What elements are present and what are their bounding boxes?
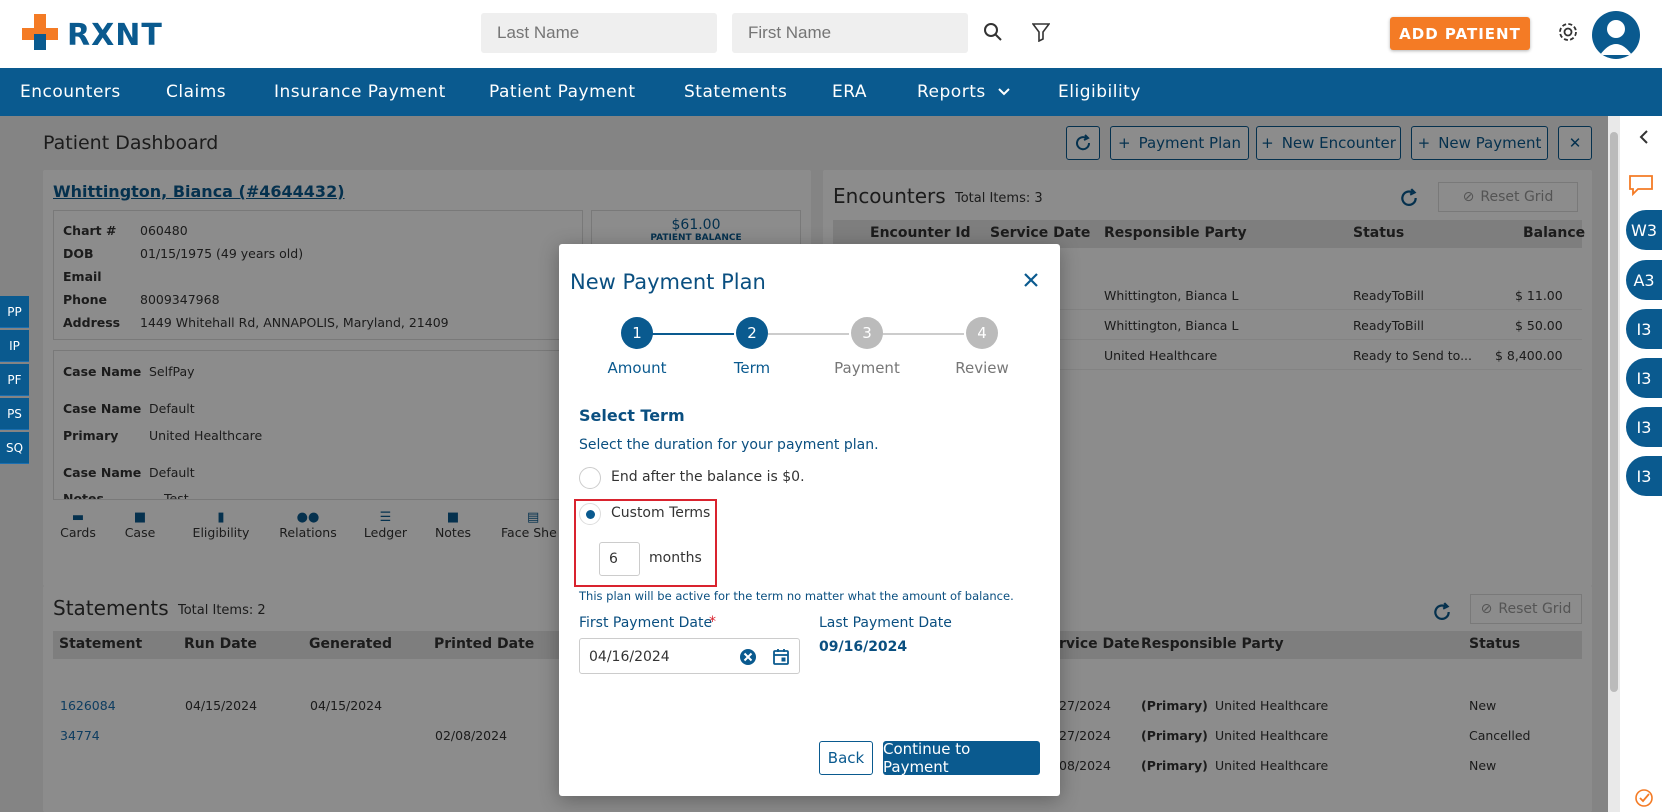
nav-eligibility[interactable]: Eligibility (1058, 82, 1141, 102)
nav-statements[interactable]: Statements (684, 82, 787, 102)
step-term-circle[interactable]: 2 (736, 317, 768, 349)
side-tab-ip[interactable]: IP (0, 330, 29, 362)
step-payment-label: Payment (834, 359, 900, 377)
side-tab-sq[interactable]: SQ (0, 432, 29, 464)
logo-cross-accent (34, 34, 46, 50)
nav-insurance-payment[interactable]: Insurance Payment (274, 82, 446, 102)
add-patient-button[interactable]: ADD PATIENT (1390, 17, 1530, 50)
rail-item-a3[interactable]: A3 (1626, 260, 1662, 300)
option-custom-terms-label[interactable]: Custom Terms (611, 505, 710, 521)
last-name-input[interactable] (481, 13, 717, 53)
term-note: This plan will be active for the term no… (579, 589, 1014, 603)
nav-claims[interactable]: Claims (166, 82, 226, 102)
radio-custom-terms[interactable] (579, 503, 601, 525)
rail-item-i3[interactable]: I3 (1626, 456, 1662, 496)
main-nav: Encounters Claims Insurance Payment Pati… (0, 68, 1662, 116)
chat-icon[interactable] (1628, 174, 1654, 196)
step-amount-circle[interactable]: 1 (621, 317, 653, 349)
radio-end-balance[interactable] (579, 467, 601, 489)
step-connector (766, 333, 849, 335)
step-payment-circle: 3 (851, 317, 883, 349)
first-payment-date-label: First Payment Date (579, 615, 713, 631)
step-review-label: Review (955, 359, 1009, 377)
app-header: RXNT ADD PATIENT (0, 0, 1662, 68)
side-tab-ps[interactable]: PS (0, 398, 29, 430)
rail-item-w3[interactable]: W3 (1626, 210, 1662, 250)
rxnt-logo[interactable]: RXNT (22, 14, 172, 56)
last-payment-date-label: Last Payment Date (819, 615, 952, 631)
rail-item-i3[interactable]: I3 (1626, 407, 1662, 447)
step-review-circle: 4 (966, 317, 998, 349)
first-payment-date-value: 04/16/2024 (589, 649, 670, 665)
back-button[interactable]: Back (819, 741, 873, 775)
last-payment-date-value: 09/16/2024 (819, 639, 908, 655)
logo-text: RXNT (67, 18, 163, 53)
reports-chevron-icon[interactable] (998, 88, 1010, 96)
new-payment-plan-modal: New Payment Plan 1 2 3 4 Amount Term Pay… (559, 244, 1060, 796)
close-icon[interactable] (1023, 272, 1039, 288)
user-avatar[interactable] (1592, 11, 1640, 59)
nav-era[interactable]: ERA (832, 82, 867, 102)
step-amount-label[interactable]: Amount (597, 359, 677, 377)
clear-icon[interactable] (739, 648, 757, 666)
side-tab-pp[interactable]: PP (0, 296, 29, 328)
filter-icon[interactable] (1027, 18, 1055, 46)
first-name-input[interactable] (732, 13, 968, 53)
nav-encounters[interactable]: Encounters (20, 82, 121, 102)
section-title: Select Term (579, 406, 685, 425)
step-connector (881, 333, 964, 335)
gear-icon[interactable] (1554, 18, 1582, 46)
nav-patient-payment[interactable]: Patient Payment (489, 82, 636, 102)
step-term-label[interactable]: Term (712, 359, 792, 377)
nav-reports[interactable]: Reports (917, 82, 986, 102)
chevron-left-icon[interactable] (1638, 130, 1650, 144)
section-description: Select the duration for your payment pla… (579, 437, 879, 453)
months-input[interactable]: 6 (599, 542, 640, 576)
months-label: months (649, 550, 702, 566)
rail-item-i3[interactable]: I3 (1626, 358, 1662, 398)
scrollbar[interactable] (1608, 116, 1620, 812)
step-connector (651, 333, 734, 335)
modal-title: New Payment Plan (570, 270, 766, 294)
check-circle-icon[interactable] (1634, 788, 1654, 808)
side-tab-pf[interactable]: PF (0, 364, 29, 396)
required-indicator: * (709, 614, 716, 630)
calendar-icon[interactable] (773, 648, 789, 665)
first-payment-date-input[interactable]: 04/16/2024 (579, 638, 800, 674)
rail-item-i3[interactable]: I3 (1626, 309, 1662, 349)
option-end-balance-label[interactable]: End after the balance is $0. (611, 469, 805, 485)
search-icon[interactable] (979, 18, 1007, 46)
continue-to-payment-button[interactable]: Continue to Payment (883, 740, 1040, 776)
